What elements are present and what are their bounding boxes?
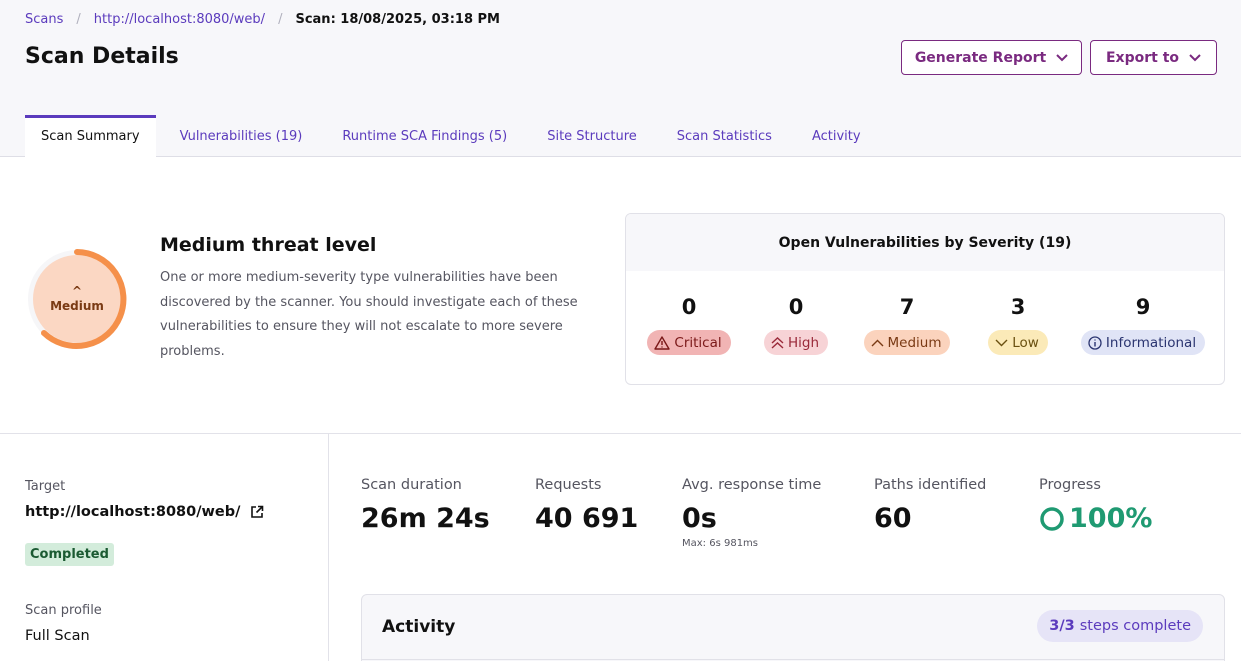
generate-report-label: Generate Report <box>914 49 1047 66</box>
severity-informational[interactable]: 9 Informational <box>1068 284 1218 355</box>
stat-label: Scan duration <box>361 477 462 493</box>
activity-card: Activity 3/3 steps complete <box>361 594 1225 661</box>
column-divider <box>328 433 329 661</box>
page-title: Scan Details <box>25 44 179 69</box>
severity-card: Open Vulnerabilities by Severity (19) 0 … <box>625 213 1225 385</box>
severity-badge-informational: Informational <box>1080 330 1206 355</box>
stat-value: 100% <box>1039 503 1152 534</box>
scan-profile-value: Full Scan <box>25 628 90 644</box>
scan-profile-label: Scan profile <box>25 603 102 618</box>
severity-card-title: Open Vulnerabilities by Severity (19) <box>626 214 1224 271</box>
target-url: http://localhost:8080/web/ <box>25 504 241 520</box>
activity-divider <box>362 659 1224 660</box>
stat-value: 60 <box>874 503 912 534</box>
section-divider <box>0 433 1241 434</box>
tab-vulnerabilities[interactable]: Vulnerabilities (19) <box>164 115 319 157</box>
stat-paths-identified: Paths identified 60 <box>874 477 986 534</box>
tab-scan-statistics[interactable]: Scan Statistics <box>661 115 788 157</box>
stat-label: Progress <box>1039 477 1101 493</box>
breadcrumb-site-link[interactable]: http://localhost:8080/web/ <box>94 12 265 27</box>
page-header: Scans / http://localhost:8080/web/ / Sca… <box>0 0 1241 157</box>
steps-count: 3/3 <box>1049 618 1075 634</box>
external-link-icon[interactable] <box>250 505 264 519</box>
stat-label: Avg. response time <box>682 477 822 493</box>
status-badge: Completed <box>25 543 114 566</box>
threat-level-description: One or more medium-severity type vulnera… <box>160 270 578 359</box>
severity-badge-medium: Medium <box>863 330 951 355</box>
breadcrumb-current: Scan: 18/08/2025, 03:18 PM <box>295 12 500 27</box>
breadcrumb: Scans / http://localhost:8080/web/ / Sca… <box>25 12 500 27</box>
info-circle-icon <box>1088 335 1102 350</box>
stat-requests: Requests 40 691 <box>535 477 638 534</box>
steps-text: steps complete <box>1079 618 1191 634</box>
breadcrumb-separator: / <box>278 12 283 27</box>
activity-title: Activity <box>382 617 456 637</box>
tab-runtime-sca-findings[interactable]: Runtime SCA Findings (5) <box>326 115 523 157</box>
severity-count: 7 <box>899 295 915 319</box>
severity-badge-high: High <box>763 330 829 355</box>
chevron-down-icon <box>1056 53 1068 61</box>
stat-scan-duration: Scan duration 26m 24s <box>361 477 490 534</box>
export-to-button[interactable]: Export to <box>1090 40 1217 75</box>
stat-value: 0s <box>682 503 717 534</box>
tab-activity[interactable]: Activity <box>796 115 877 157</box>
export-to-label: Export to <box>1105 49 1179 66</box>
double-chevron-up-icon <box>771 336 784 349</box>
threat-level-title: Medium threat level <box>160 234 377 256</box>
severity-badge-low: Low <box>988 330 1048 355</box>
chevron-down-icon <box>995 339 1008 346</box>
threat-gauge-label: ^ Medium <box>50 284 104 313</box>
tab-bar: Scan Summary Vulnerabilities (19) Runtim… <box>25 115 885 157</box>
progress-ring-icon <box>1040 506 1064 531</box>
severity-count: 9 <box>1135 295 1151 319</box>
stat-label: Paths identified <box>874 477 987 493</box>
stat-value: 40 691 <box>535 503 639 534</box>
generate-report-button[interactable]: Generate Report <box>901 40 1082 75</box>
target-value: http://localhost:8080/web/ <box>25 504 264 520</box>
target-label: Target <box>25 479 66 494</box>
stat-value: 26m 24s <box>361 503 490 534</box>
severity-count: 0 <box>788 295 804 319</box>
severity-badge-critical: Critical <box>647 330 731 355</box>
severity-count: 3 <box>1010 295 1026 319</box>
stat-progress: Progress 100% <box>1039 477 1152 534</box>
stat-avg-response-time: Avg. response time 0s Max: 6s 981ms <box>682 477 821 549</box>
severity-count: 0 <box>681 295 697 319</box>
chevron-up-icon <box>871 339 883 346</box>
tab-site-structure[interactable]: Site Structure <box>531 115 653 157</box>
stat-label: Requests <box>535 477 602 493</box>
breadcrumb-scans-link[interactable]: Scans <box>25 12 63 27</box>
breadcrumb-separator: / <box>76 12 81 27</box>
chevron-up-icon: ^ <box>71 284 83 298</box>
chevron-down-icon <box>1189 53 1201 61</box>
warning-triangle-icon <box>654 335 671 350</box>
tab-scan-summary[interactable]: Scan Summary <box>25 115 156 157</box>
stat-subtext: Max: 6s 981ms <box>682 538 759 549</box>
steps-complete-badge: 3/3 steps complete <box>1037 610 1203 642</box>
